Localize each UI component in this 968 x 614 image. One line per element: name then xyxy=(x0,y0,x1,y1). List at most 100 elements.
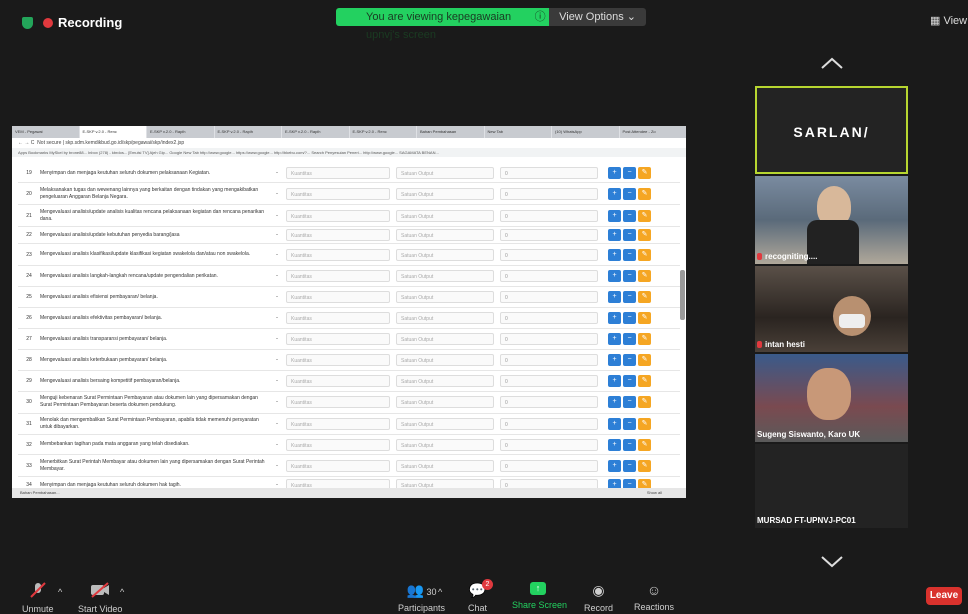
quantity-input[interactable]: Kuantitas xyxy=(286,209,390,222)
value-input[interactable]: 0 xyxy=(500,312,598,324)
audio-options-chevron-icon[interactable]: ^ xyxy=(58,587,62,597)
output-unit-input[interactable]: Satuan Output xyxy=(396,396,494,408)
add-button[interactable]: + xyxy=(608,438,621,451)
nav-arrows-icon[interactable]: ← → C xyxy=(12,140,34,146)
record-button[interactable]: ◉ Record xyxy=(584,582,613,613)
video-options-chevron-icon[interactable]: ^ xyxy=(120,587,124,597)
remove-button[interactable]: − xyxy=(623,354,636,366)
reactions-button[interactable]: ☺ Reactions xyxy=(634,582,674,612)
edit-button[interactable]: ✎ xyxy=(638,418,651,430)
value-input[interactable]: 0 xyxy=(500,187,598,200)
edit-button[interactable]: ✎ xyxy=(638,167,651,179)
add-button[interactable]: + xyxy=(608,229,621,241)
edit-button[interactable]: ✎ xyxy=(638,375,651,387)
participants-chevron-icon[interactable]: ^ xyxy=(438,587,442,597)
output-unit-input[interactable]: Satuan Output xyxy=(396,438,494,451)
output-unit-input[interactable]: Satuan Output xyxy=(396,333,494,345)
value-input[interactable]: 0 xyxy=(500,270,598,282)
output-unit-input[interactable]: Satuan Output xyxy=(396,248,494,261)
value-input[interactable]: 0 xyxy=(500,229,598,241)
browser-tab[interactable]: VEM - Pegawai xyxy=(12,126,79,138)
add-button[interactable]: + xyxy=(608,248,621,261)
edit-button[interactable]: ✎ xyxy=(638,248,651,261)
shared-screen[interactable]: VEM - Pegawai E-SKP v.2.0 - Renc E-SKP v… xyxy=(12,126,686,498)
value-input[interactable]: 0 xyxy=(500,418,598,430)
quantity-input[interactable]: Kuantitas xyxy=(286,229,390,241)
remove-button[interactable]: − xyxy=(623,270,636,282)
output-unit-input[interactable]: Satuan Output xyxy=(396,354,494,366)
participant-tile[interactable]: MURSAD FT-UPNVJ-PC01 xyxy=(755,444,908,528)
quantity-input[interactable]: Kuantitas xyxy=(286,333,390,345)
edit-button[interactable]: ✎ xyxy=(638,312,651,324)
browser-tab[interactable]: E-SKP v.2.0 - Rapih xyxy=(282,126,349,138)
remove-button[interactable]: − xyxy=(623,291,636,303)
quantity-input[interactable]: Kuantitas xyxy=(286,418,390,430)
share-screen-button[interactable]: ↑ Share Screen xyxy=(512,582,567,610)
edit-button[interactable]: ✎ xyxy=(638,291,651,303)
quantity-input[interactable]: Kuantitas xyxy=(286,291,390,303)
browser-tab[interactable]: E-SKP v.2.0 - Renc xyxy=(349,126,416,138)
participant-tile-active[interactable]: SARLAN/ xyxy=(755,86,908,174)
quantity-input[interactable]: Kuantitas xyxy=(286,459,390,472)
remove-button[interactable]: − xyxy=(623,312,636,324)
remove-button[interactable]: − xyxy=(623,375,636,387)
browser-tab[interactable]: Post Attendee - Zo xyxy=(619,126,686,138)
add-button[interactable]: + xyxy=(608,333,621,345)
add-button[interactable]: + xyxy=(608,187,621,200)
value-input[interactable]: 0 xyxy=(500,354,598,366)
unmute-button[interactable]: Unmute xyxy=(22,582,54,614)
remove-button[interactable]: − xyxy=(623,187,636,200)
add-button[interactable]: + xyxy=(608,418,621,430)
chat-button[interactable]: 💬 2 Chat xyxy=(468,579,493,613)
edit-button[interactable]: ✎ xyxy=(638,270,651,282)
remove-button[interactable]: − xyxy=(623,418,636,430)
edit-button[interactable]: ✎ xyxy=(638,187,651,200)
output-unit-input[interactable]: Satuan Output xyxy=(396,459,494,472)
output-unit-input[interactable]: Satuan Output xyxy=(396,229,494,241)
output-unit-input[interactable]: Satuan Output xyxy=(396,187,494,200)
add-button[interactable]: + xyxy=(608,209,621,222)
remove-button[interactable]: − xyxy=(623,248,636,261)
chevron-up-icon[interactable] xyxy=(820,56,844,70)
remove-button[interactable]: − xyxy=(623,209,636,222)
edit-button[interactable]: ✎ xyxy=(638,354,651,366)
add-button[interactable]: + xyxy=(608,167,621,179)
value-input[interactable]: 0 xyxy=(500,375,598,387)
quantity-input[interactable]: Kuantitas xyxy=(286,248,390,261)
value-input[interactable]: 0 xyxy=(500,291,598,303)
view-options-button[interactable]: View Options ⌄ xyxy=(549,8,646,26)
output-unit-input[interactable]: Satuan Output xyxy=(396,209,494,222)
remove-button[interactable]: − xyxy=(623,333,636,345)
browser-tab[interactable]: E-SKP v.2.0 - Rapih xyxy=(147,126,214,138)
browser-tab[interactable]: Bahan Pembahasan xyxy=(417,126,484,138)
browser-tab[interactable]: New Tab xyxy=(484,126,551,138)
participant-tile[interactable]: intan hesti xyxy=(755,266,908,352)
add-button[interactable]: + xyxy=(608,396,621,408)
remove-button[interactable]: − xyxy=(623,229,636,241)
view-button[interactable]: ▦ View xyxy=(930,14,967,27)
output-unit-input[interactable]: Satuan Output xyxy=(396,418,494,430)
quantity-input[interactable]: Kuantitas xyxy=(286,375,390,387)
value-input[interactable]: 0 xyxy=(500,167,598,179)
participant-tile[interactable]: recogniting.... xyxy=(755,176,908,264)
screen-scrollbar[interactable] xyxy=(680,270,685,320)
browser-tab[interactable]: (10) WhatsApp xyxy=(552,126,619,138)
edit-button[interactable]: ✎ xyxy=(638,209,651,222)
quantity-input[interactable]: Kuantitas xyxy=(286,438,390,451)
edit-button[interactable]: ✎ xyxy=(638,396,651,408)
chevron-down-icon[interactable] xyxy=(820,555,844,574)
quantity-input[interactable]: Kuantitas xyxy=(286,354,390,366)
show-all-button[interactable]: Show all xyxy=(647,488,662,498)
remove-button[interactable]: − xyxy=(623,459,636,472)
value-input[interactable]: 0 xyxy=(500,396,598,408)
remove-button[interactable]: − xyxy=(623,167,636,179)
add-button[interactable]: + xyxy=(608,291,621,303)
quantity-input[interactable]: Kuantitas xyxy=(286,187,390,200)
remove-button[interactable]: − xyxy=(623,396,636,408)
add-button[interactable]: + xyxy=(608,459,621,472)
value-input[interactable]: 0 xyxy=(500,209,598,222)
edit-button[interactable]: ✎ xyxy=(638,229,651,241)
browser-tab[interactable]: E-SKP v.2.0 - Rapih xyxy=(214,126,281,138)
output-unit-input[interactable]: Satuan Output xyxy=(396,167,494,179)
value-input[interactable]: 0 xyxy=(500,248,598,261)
